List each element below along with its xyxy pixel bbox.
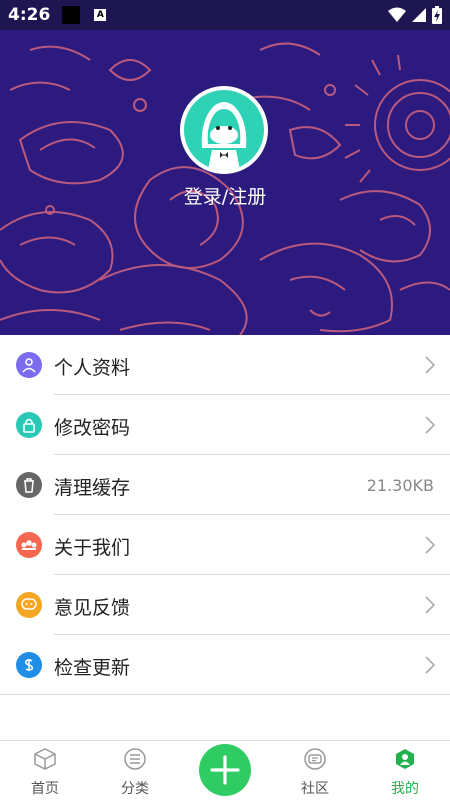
menu-item-about-us[interactable]: 关于我们 bbox=[0, 515, 450, 575]
profile-icon bbox=[396, 749, 414, 769]
add-button[interactable] bbox=[199, 744, 251, 796]
list-icon bbox=[124, 748, 146, 770]
menu-item-label: 个人资料 bbox=[54, 357, 131, 379]
nav-label-community: 社区 bbox=[301, 781, 329, 797]
cube-icon bbox=[34, 748, 56, 770]
cache-size-value: 21.30KB bbox=[366, 476, 434, 495]
avatar-mascot-icon bbox=[184, 90, 264, 170]
menu-item-label: 修改密码 bbox=[54, 417, 131, 439]
menu-item-change-password[interactable]: 修改密码 bbox=[0, 395, 450, 455]
chevron-right-icon bbox=[425, 596, 436, 614]
settings-menu: 个人资料 修改密码 清理缓存 21.30KB 关于我们 意见反馈 检查更新 bbox=[0, 335, 450, 695]
nav-item-community[interactable]: 社区 bbox=[270, 741, 360, 801]
nav-label-mine: 我的 bbox=[391, 781, 419, 797]
menu-item-label: 清理缓存 bbox=[54, 477, 131, 499]
battery-icon bbox=[432, 6, 442, 24]
menu-item-profile[interactable]: 个人资料 bbox=[0, 335, 450, 395]
chevron-right-icon bbox=[425, 356, 436, 374]
menu-item-feedback[interactable]: 意见反馈 bbox=[0, 575, 450, 635]
menu-item-check-update[interactable]: 检查更新 bbox=[0, 635, 450, 695]
trash-icon bbox=[16, 472, 42, 498]
status-bar: 4:26 A bbox=[0, 0, 450, 30]
lock-icon bbox=[16, 412, 42, 438]
notification-letter-icon: A bbox=[94, 9, 107, 21]
chevron-right-icon bbox=[425, 416, 436, 434]
group-icon bbox=[16, 532, 42, 558]
signal-icon bbox=[412, 8, 426, 22]
menu-item-label: 检查更新 bbox=[54, 657, 131, 679]
feedback-icon bbox=[16, 592, 42, 618]
nav-label-home: 首页 bbox=[31, 781, 59, 797]
notification-icon bbox=[62, 6, 81, 24]
menu-item-label: 关于我们 bbox=[54, 537, 131, 559]
status-time: 4:26 bbox=[8, 5, 51, 25]
menu-item-clear-cache[interactable]: 清理缓存 21.30KB bbox=[0, 455, 450, 515]
nav-item-category[interactable]: 分类 bbox=[90, 741, 180, 801]
divider bbox=[0, 694, 450, 695]
chat-icon bbox=[304, 748, 326, 770]
profile-header: 登录/注册 bbox=[0, 30, 450, 335]
nav-label-category: 分类 bbox=[121, 781, 149, 797]
user-icon bbox=[16, 352, 42, 378]
login-register-link[interactable]: 登录/注册 bbox=[0, 182, 450, 209]
chevron-right-icon bbox=[425, 656, 436, 674]
update-icon bbox=[16, 652, 42, 678]
nav-item-mine[interactable]: 我的 bbox=[360, 741, 450, 801]
wifi-icon bbox=[388, 7, 406, 22]
avatar[interactable] bbox=[180, 86, 268, 174]
nav-item-home[interactable]: 首页 bbox=[0, 741, 90, 801]
chevron-right-icon bbox=[425, 536, 436, 554]
plus-icon bbox=[210, 755, 240, 785]
menu-item-label: 意见反馈 bbox=[54, 597, 131, 619]
